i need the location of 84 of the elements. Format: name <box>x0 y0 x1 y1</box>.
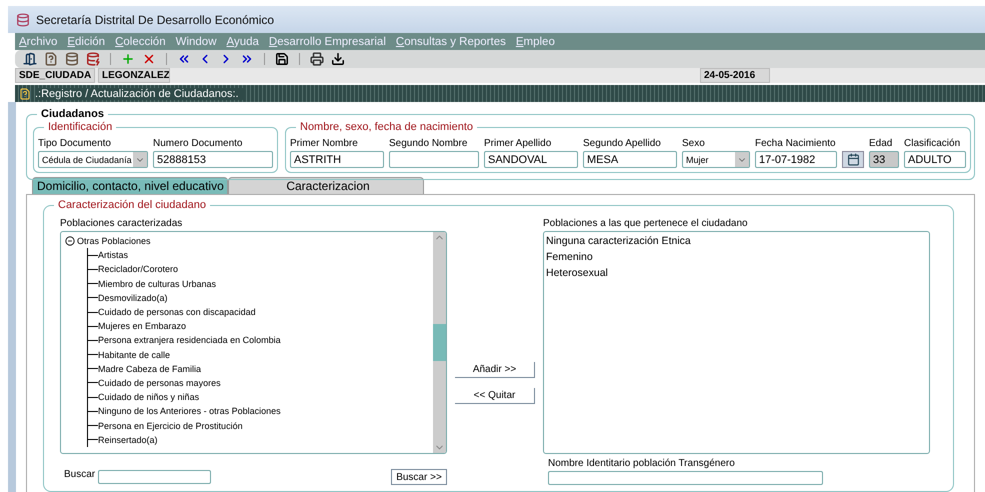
group-title: Caracterización del ciudadano <box>54 199 210 211</box>
list-item[interactable]: Heterosexual <box>546 267 927 279</box>
input-field[interactable]: ASTRITH <box>290 151 384 168</box>
tree-connector <box>87 348 98 362</box>
date-field: 24-05-2016 <box>700 68 770 84</box>
field-label: Edad <box>869 138 892 149</box>
field-label: Numero Documento <box>153 138 242 149</box>
tree-item[interactable]: Ninguno de los Anteriores - otras Poblaciones <box>98 404 281 418</box>
input-field[interactable]: 52888153 <box>153 151 273 168</box>
tree-connector <box>87 319 98 334</box>
tree-item[interactable]: Cuidado de personas mayores <box>98 376 221 390</box>
group-title: Nombre, sexo, fecha de nacimiento <box>296 121 478 133</box>
input-field[interactable]: ADULTO <box>904 151 966 168</box>
input-field[interactable] <box>548 471 823 485</box>
tree-connector <box>87 390 98 404</box>
input-field[interactable]: SANDOVAL <box>484 151 578 168</box>
app-icon <box>16 12 30 27</box>
input-field[interactable]: 17-07-1982 <box>755 151 837 168</box>
scrollbar-thumb[interactable] <box>433 324 446 361</box>
tree-item[interactable]: Mujeres en Embarazo <box>98 319 186 334</box>
section-title: Ciudadanos <box>37 108 108 120</box>
search-label: Buscar <box>64 469 96 480</box>
tree-connector <box>87 362 98 376</box>
tree-item[interactable]: Cuidado de personas con discapacidad <box>98 304 256 320</box>
scrollbar[interactable] <box>433 232 446 453</box>
query-icon[interactable] <box>44 52 58 66</box>
tree-connector <box>87 333 98 348</box>
window-title: Secretaría Distrital De Desarrollo Económico <box>36 12 274 27</box>
list-label: Poblaciones a las que pertenece el ciudadano <box>543 218 748 229</box>
tree-item[interactable]: Madre Cabeza de Familia <box>98 362 202 376</box>
tree-node[interactable]: Otras Poblaciones <box>65 234 429 248</box>
tree-connector <box>87 404 98 418</box>
tree-item[interactable]: Desmovilizado(a) <box>98 290 168 305</box>
field-label: Primer Apellido <box>484 138 552 149</box>
save-icon[interactable] <box>275 52 289 66</box>
tree-connector <box>87 276 98 291</box>
list-item[interactable]: Femenino <box>546 251 927 263</box>
tree-item[interactable]: Persona extranjera residenciada en Colombia <box>98 333 281 348</box>
tree-item[interactable]: Miembro de culturas Urbanas <box>98 276 216 291</box>
input-field[interactable]: MESA <box>583 151 677 168</box>
tree-connector <box>87 432 98 447</box>
tree-connector <box>87 262 98 277</box>
tree-connector <box>87 418 98 433</box>
tree-connector <box>87 304 98 320</box>
list-item[interactable]: Ninguna caracterización Etnica <box>546 235 927 247</box>
collapse-icon[interactable] <box>65 236 75 246</box>
field-label: Primer Nombre <box>290 138 358 149</box>
group-title: Identificación <box>44 121 116 133</box>
tab[interactable]: Domicilio, contacto, nivel educativo <box>32 177 228 194</box>
add-button[interactable]: Añadir >> <box>455 362 535 378</box>
calendar-button[interactable] <box>842 151 864 168</box>
calendar-icon <box>846 153 860 166</box>
tree-item[interactable]: Cuidado de niños y niñas <box>98 390 200 404</box>
tree-item[interactable]: Persona en Ejercicio de Prostitución <box>98 418 243 433</box>
field-label: Nombre Identitario población Transgénero <box>548 458 735 469</box>
search-field[interactable] <box>98 470 212 484</box>
tree-item[interactable]: Habitante de calle <box>98 348 170 362</box>
form-title: .:Registro / Actualización de Ciudadanos:. <box>35 88 245 100</box>
field-label: Segundo Nombre <box>389 138 468 149</box>
dropdown-field[interactable]: Cédula de Ciudadanía <box>38 151 148 168</box>
remove-button[interactable]: << Quitar <box>455 388 535 404</box>
list-label: Poblaciones caracterizadas <box>60 218 182 229</box>
tab[interactable]: Caracterizacion <box>228 177 424 194</box>
tree-item[interactable]: Reinsertado(a) <box>98 432 158 447</box>
input-field[interactable] <box>389 151 479 168</box>
field-label: Clasificación <box>904 138 960 149</box>
database-icon[interactable] <box>65 52 79 66</box>
tree-item[interactable]: Artistas <box>98 248 128 262</box>
exit-door-icon[interactable] <box>23 52 37 66</box>
tree-connector <box>87 290 98 305</box>
schema-field: SDE_CIUDADA <box>15 68 95 84</box>
search-button[interactable]: Buscar >> <box>391 469 447 485</box>
form-icon <box>19 88 31 100</box>
tree-connector <box>87 376 98 390</box>
print-icon[interactable] <box>310 52 324 66</box>
field-label: Fecha Nacimiento <box>755 138 836 149</box>
tree-item[interactable]: Reciclador/Corotero <box>98 262 178 277</box>
input-field[interactable]: 33 <box>869 151 899 168</box>
dropdown-field[interactable]: Mujer <box>682 151 750 168</box>
field-label: Tipo Documento <box>38 138 111 149</box>
download-icon[interactable] <box>331 52 345 66</box>
field-label: Sexo <box>682 138 705 149</box>
tree-connector <box>87 248 98 262</box>
field-label: Segundo Apellido <box>583 138 661 149</box>
